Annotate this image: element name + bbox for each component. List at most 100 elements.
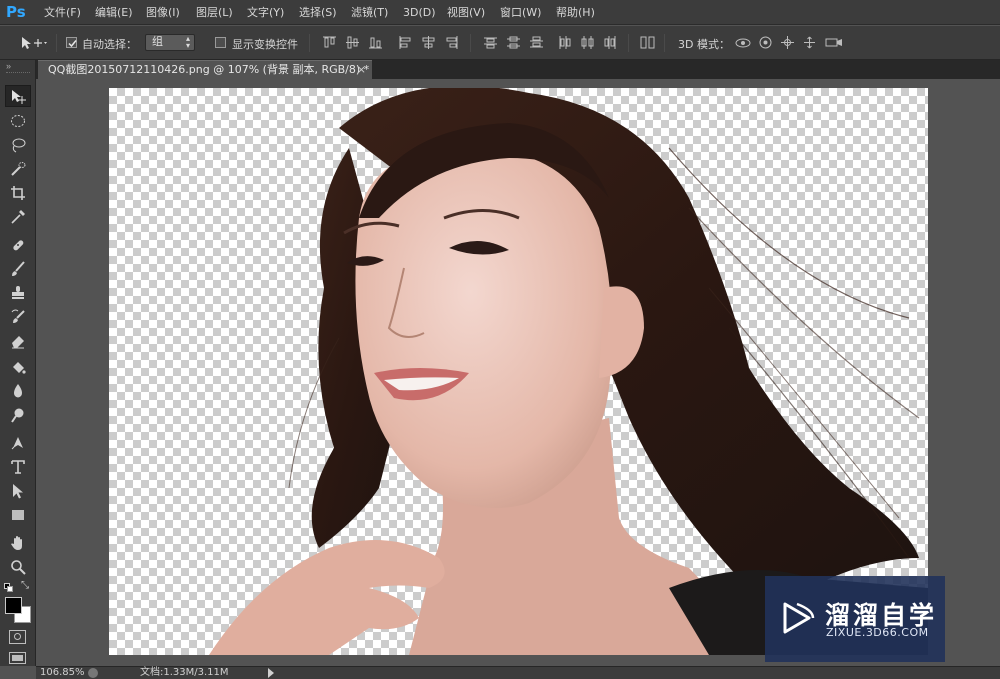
path-selection-tool[interactable] [5,480,31,502]
3d-roll-icon[interactable] [758,35,773,50]
align-left-icon[interactable] [398,35,413,50]
menu-layer[interactable]: 图层(L) [196,5,233,21]
distribute-right-icon[interactable] [603,35,618,50]
screen-mode-icon [12,655,23,661]
close-icon[interactable]: × [357,61,366,78]
align-top-icon[interactable] [322,35,337,50]
magnifier-icon [11,560,26,575]
toolbox-grip [6,72,30,74]
eraser-tool[interactable] [5,330,31,352]
auto-select-dropdown[interactable]: 组 ▴ ▾ [145,34,195,51]
rectangle-tool[interactable] [5,504,31,526]
blur-drop-icon [14,384,22,398]
align-vcenter-icon[interactable] [345,35,360,50]
eyedropper-tool[interactable] [5,206,31,228]
pen-tool[interactable] [5,432,31,454]
menu-help[interactable]: 帮助(H) [556,5,595,21]
3d-pan-icon[interactable] [780,35,795,50]
document-tab[interactable]: QQ截图20150712110426.png @ 107% (背景 副本, RG… [38,60,372,79]
3d-slide-icon[interactable] [802,35,817,50]
menu-view[interactable]: 视图(V) [447,5,485,21]
toolbox: » ⤡ [0,60,36,666]
distribute-top-icon[interactable] [483,35,498,50]
screen-mode-button[interactable] [9,652,26,664]
align-right-icon[interactable] [444,35,459,50]
auto-select-checkbox[interactable] [66,37,77,48]
watermark-badge: 溜溜自学 ZIXUE.3D66.COM [765,576,945,662]
brush-tool[interactable] [5,258,31,280]
menu-filter[interactable]: 滤镜(T) [351,5,388,21]
pen-icon [11,437,23,450]
marquee-tool[interactable] [5,110,31,132]
separator [470,34,471,52]
history-brush-tool[interactable] [5,306,31,328]
distribute-hcenter-icon[interactable] [580,35,595,50]
auto-align-layers-icon[interactable] [640,35,655,50]
menu-select[interactable]: 选择(S) [299,5,337,21]
play-logo-icon [783,602,815,634]
portrait-image [209,88,928,655]
document-info: 文档:1.33M/3.11M [140,667,229,678]
menu-edit[interactable]: 编辑(E) [95,5,133,21]
status-options-icon[interactable] [88,668,98,678]
menu-window[interactable]: 窗口(W) [500,5,541,21]
menu-3d[interactable]: 3D(D) [403,5,436,21]
toolbox-collapse-icon[interactable]: » [6,61,11,71]
separator [628,34,629,52]
stamp-icon [12,286,24,299]
dodge-tool[interactable] [5,404,31,426]
auto-select-value: 组 [152,36,163,48]
move-tool[interactable] [5,85,31,107]
align-hcenter-icon[interactable] [421,35,436,50]
hand-tool[interactable] [5,532,31,554]
blur-tool[interactable] [5,380,31,402]
status-menu-arrow-icon[interactable] [268,668,274,678]
move-icon [12,90,26,104]
distribute-vcenter-icon[interactable] [506,35,521,50]
auto-select-label: 自动选择： [82,38,137,51]
options-bar: 自动选择： 组 ▴ ▾ 显示变换控件 3D 模式： [0,26,1000,60]
default-colors-icon[interactable] [4,583,13,592]
lasso-icon [12,138,26,153]
menu-type[interactable]: 文字(Y) [247,5,284,21]
dropdown-arrows-icon: ▴ ▾ [185,34,190,50]
quick-select-tool[interactable] [5,158,31,180]
bandage-icon [13,240,24,251]
quick-select-icon [11,162,26,176]
brush-icon [12,261,25,276]
crop-icon [11,186,25,200]
show-transform-checkbox[interactable] [215,37,226,48]
menu-file[interactable]: 文件(F) [44,5,81,21]
3d-orbit-icon[interactable] [734,35,752,50]
foreground-color-swatch[interactable] [5,597,22,614]
distribute-bottom-icon[interactable] [529,35,544,50]
menu-image[interactable]: 图像(I) [146,5,180,21]
history-brush-icon [11,309,25,323]
align-bottom-icon[interactable] [368,35,383,50]
lasso-tool[interactable] [5,134,31,156]
document-canvas[interactable] [109,88,928,655]
3d-camera-icon[interactable] [824,35,844,50]
watermark-url: ZIXUE.3D66.COM [826,626,929,639]
separator [56,34,57,52]
separator [309,34,310,52]
move-tool-preset-icon[interactable] [20,34,50,52]
paint-bucket-tool[interactable] [5,356,31,378]
eraser-icon [12,336,24,349]
separator [664,34,665,52]
type-tool[interactable] [5,456,31,478]
distribute-left-icon[interactable] [557,35,572,50]
healing-brush-tool[interactable] [5,234,31,256]
zoom-level[interactable]: 106.85% [40,667,85,679]
menu-bar: Ps 文件(F) 编辑(E) 图像(I) 图层(L) 文字(Y) 选择(S) 滤… [0,0,1000,25]
eyedropper-icon [11,210,25,224]
3d-mode-label: 3D 模式： [678,38,730,51]
quick-mask-button[interactable] [9,630,26,644]
hand-icon [11,536,22,550]
crop-tool[interactable] [5,182,31,204]
swap-colors-icon[interactable]: ⤡ [21,580,29,591]
zoom-tool[interactable] [5,556,31,578]
elliptical-marquee-icon [11,115,25,127]
path-select-icon [13,484,23,499]
clone-stamp-tool[interactable] [5,282,31,304]
